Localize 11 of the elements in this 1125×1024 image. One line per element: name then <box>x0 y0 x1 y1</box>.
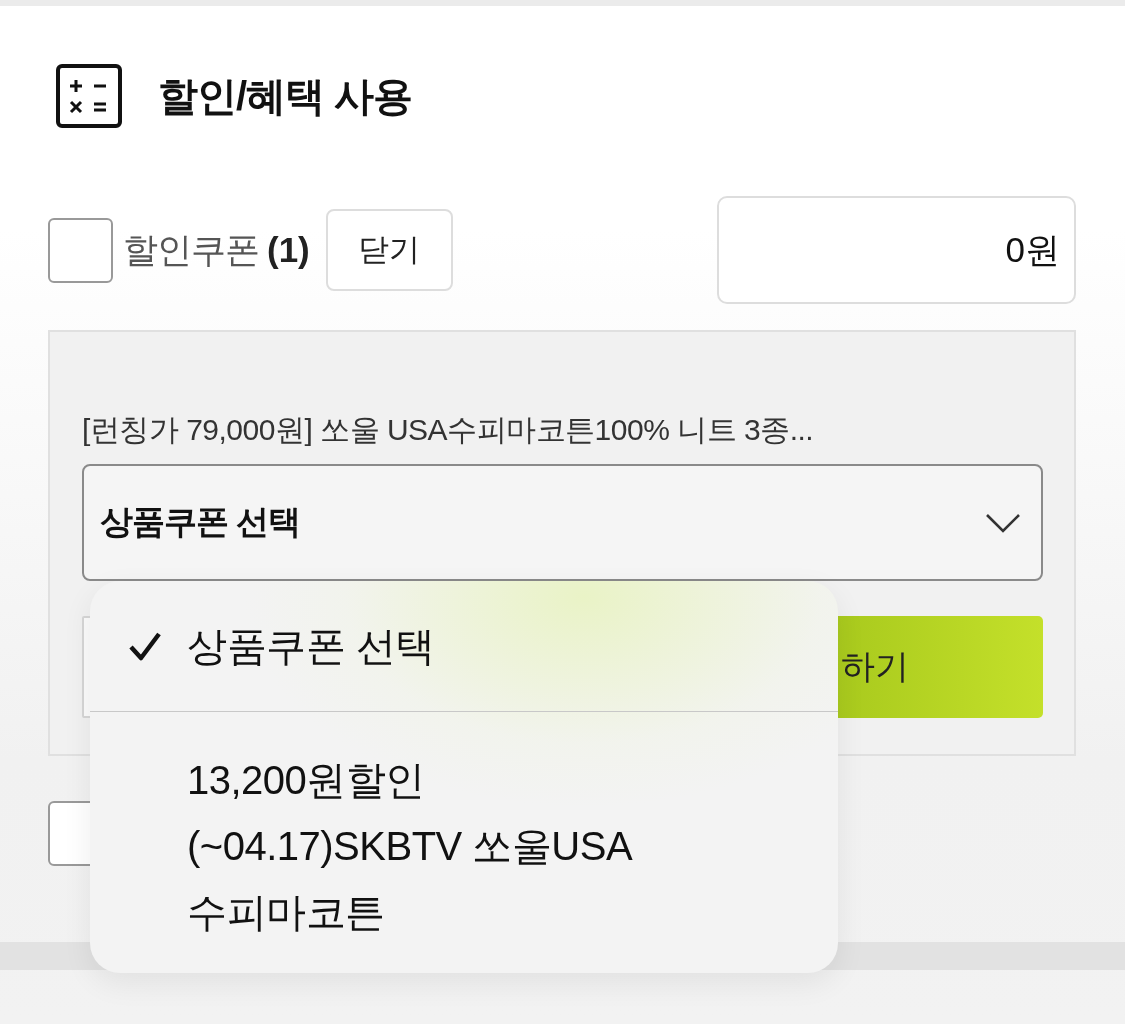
checkbox[interactable] <box>48 217 113 283</box>
coupon-count: (1) <box>267 230 310 270</box>
checkmark-icon <box>128 631 162 661</box>
product-name: [런칭가 79,000원] 쏘울 USA수피마코튼100% 니트 3종... <box>82 412 815 448</box>
calculator-icon <box>56 64 122 128</box>
section-title: 할인/혜택 사용 <box>158 72 413 120</box>
chevron-down-icon <box>985 512 1021 533</box>
coupon-select[interactable]: 상품쿠폰 선택 <box>82 464 1043 581</box>
coupon-label: 할인쿠폰 <box>123 228 259 271</box>
close-button[interactable]: 닫기 <box>325 209 453 291</box>
amount-field: 0원 <box>717 196 1076 304</box>
